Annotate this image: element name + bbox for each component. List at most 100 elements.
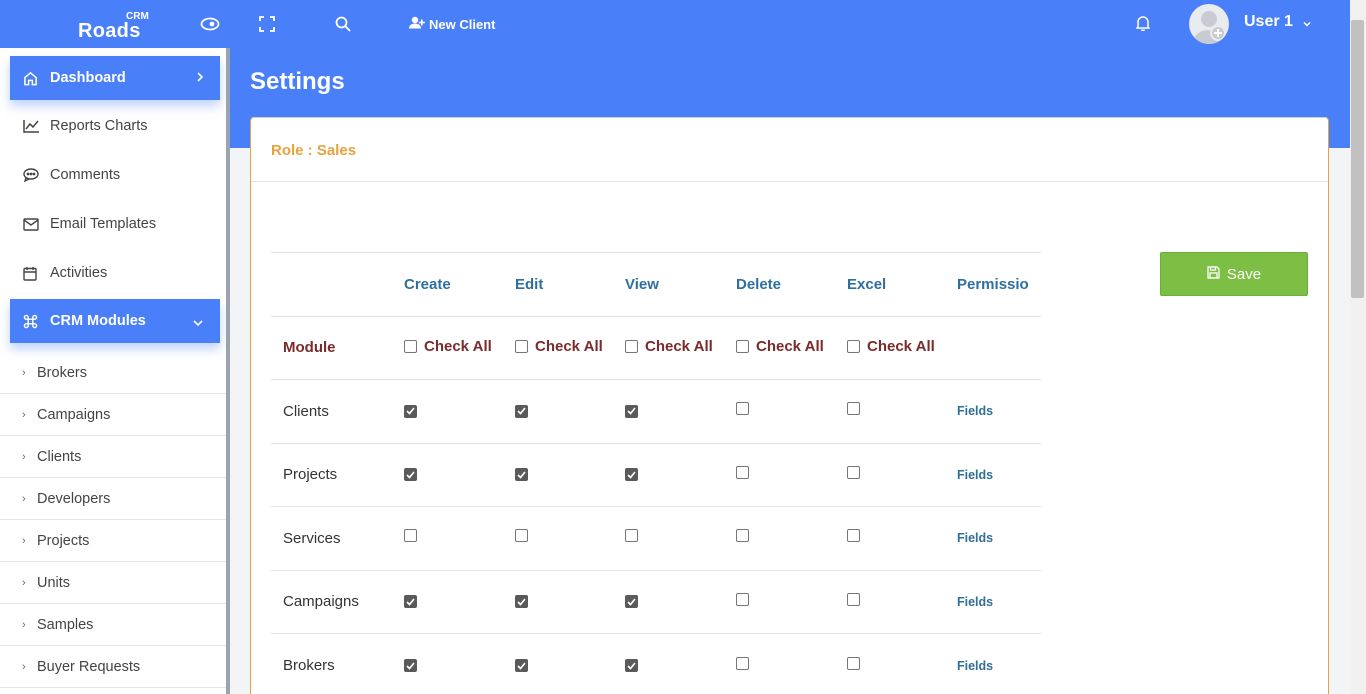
sidebar-item-email-templates[interactable]: Email Templates xyxy=(10,202,220,246)
delete-checkbox[interactable] xyxy=(736,529,749,543)
sidebar-item-brokers[interactable]: › Brokers xyxy=(0,352,228,394)
fields-link[interactable]: Fields xyxy=(957,468,993,482)
edit-cell xyxy=(515,633,625,694)
sidebar-item-label: Developers xyxy=(37,490,111,507)
bell-icon[interactable] xyxy=(1132,12,1154,34)
column-header-create: Create xyxy=(404,252,515,316)
edit-checkbox[interactable] xyxy=(515,595,528,609)
sidebar-item-samples[interactable]: › Samples xyxy=(0,604,228,646)
excel-checkbox[interactable] xyxy=(847,656,860,670)
chevron-right-icon: › xyxy=(22,576,26,589)
sidebar-item-dashboard[interactable]: Dashboard xyxy=(10,56,220,100)
check-all-view[interactable]: Check All xyxy=(625,338,713,355)
check-all-checkbox[interactable] xyxy=(847,339,860,353)
sidebar-item-buyer-requests[interactable]: › Buyer Requests xyxy=(0,646,228,688)
new-client-label: New Client xyxy=(429,16,496,32)
fields-cell: Fields xyxy=(957,379,1041,443)
search-icon[interactable] xyxy=(331,12,355,36)
check-all-checkbox[interactable] xyxy=(404,339,417,353)
sidebar-item-crm-modules[interactable]: CRM Modules xyxy=(10,299,220,343)
excel-checkbox[interactable] xyxy=(847,592,860,606)
view-checkbox[interactable] xyxy=(625,468,638,482)
delete-checkbox[interactable] xyxy=(736,656,749,670)
chevron-down-icon[interactable] xyxy=(1302,16,1312,34)
line-chart-icon xyxy=(23,119,43,133)
vertical-scrollbar[interactable] xyxy=(1350,0,1366,694)
fullscreen-icon[interactable] xyxy=(255,12,279,36)
fields-link[interactable]: Fields xyxy=(957,531,993,545)
sidebar-item-label: CRM Modules xyxy=(50,313,146,329)
check-all-checkbox[interactable] xyxy=(515,339,528,353)
module-name: Campaigns xyxy=(271,569,404,634)
delete-checkbox[interactable] xyxy=(736,465,749,479)
user-name[interactable]: User 1 xyxy=(1244,13,1293,31)
new-client-button[interactable]: New Client xyxy=(409,14,495,34)
chevron-right-icon: › xyxy=(22,618,26,631)
sidebar-item-label: Activities xyxy=(50,265,108,281)
check-all-blank-cell xyxy=(957,315,1041,380)
edit-checkbox[interactable] xyxy=(515,529,528,543)
check-all-edit[interactable]: Check All xyxy=(515,338,603,355)
create-checkbox[interactable] xyxy=(404,404,417,418)
edit-checkbox[interactable] xyxy=(515,659,528,672)
fields-cell: Fields xyxy=(957,442,1041,507)
fields-cell: Fields xyxy=(957,633,1041,694)
sidebar-item-units[interactable]: › Units xyxy=(0,562,228,604)
module-column-header: Module xyxy=(271,315,404,380)
app-logo[interactable]: CRM Roads xyxy=(78,9,158,42)
create-checkbox[interactable] xyxy=(404,468,417,482)
view-checkbox[interactable] xyxy=(625,404,638,418)
view-checkbox[interactable] xyxy=(625,595,638,609)
check-all-delete[interactable]: Check All xyxy=(736,338,824,355)
sidebar-item-developers[interactable]: › Developers xyxy=(0,478,228,520)
view-checkbox[interactable] xyxy=(625,529,638,543)
module-name: Brokers xyxy=(271,633,404,694)
check-all-create-cell: Check All xyxy=(404,315,515,380)
scrollbar-thumb[interactable] xyxy=(1351,20,1364,298)
check-all-excel[interactable]: Check All xyxy=(847,338,935,355)
check-all-create[interactable]: Check All xyxy=(404,338,492,355)
sidebar-item-comments[interactable]: Comments xyxy=(10,153,220,197)
table-row: Campaigns Fields xyxy=(271,569,1041,634)
edit-checkbox[interactable] xyxy=(515,468,528,482)
chevron-right-icon: › xyxy=(22,408,26,421)
table-row: Projects Fields xyxy=(271,442,1041,507)
fields-link[interactable]: Fields xyxy=(957,659,993,673)
create-checkbox[interactable] xyxy=(404,529,417,543)
excel-checkbox[interactable] xyxy=(847,402,860,416)
check-all-label: Check All xyxy=(424,337,492,355)
envelope-icon xyxy=(23,217,43,231)
create-checkbox[interactable] xyxy=(404,595,417,609)
sidebar-item-label: Clients xyxy=(37,448,82,465)
edit-checkbox[interactable] xyxy=(515,404,528,418)
eye-icon[interactable] xyxy=(198,12,222,36)
save-button[interactable]: Save xyxy=(1160,252,1308,296)
module-name: Projects xyxy=(271,442,404,507)
fields-link[interactable]: Fields xyxy=(957,595,993,609)
sidebar-item-clients[interactable]: › Clients xyxy=(0,436,228,478)
module-name: Clients xyxy=(271,379,404,443)
delete-cell xyxy=(736,569,847,634)
sidebar-item-projects[interactable]: › Projects xyxy=(0,520,228,562)
excel-cell xyxy=(847,379,957,443)
view-checkbox[interactable] xyxy=(625,659,638,672)
create-checkbox[interactable] xyxy=(404,659,417,672)
save-label: Save xyxy=(1226,265,1262,283)
excel-checkbox[interactable] xyxy=(847,465,860,479)
sidebar-item-reports-charts[interactable]: Reports Charts xyxy=(10,104,220,148)
sidebar-item-campaigns[interactable]: › Campaigns xyxy=(0,394,228,436)
sidebar-item-label: Email Templates xyxy=(50,216,157,232)
sidebar-item-activities[interactable]: Activities xyxy=(10,251,220,295)
delete-checkbox[interactable] xyxy=(736,402,749,416)
delete-checkbox[interactable] xyxy=(736,592,749,606)
fields-link[interactable]: Fields xyxy=(957,404,993,418)
excel-checkbox[interactable] xyxy=(847,529,860,543)
home-icon xyxy=(23,71,43,86)
user-avatar-icon[interactable] xyxy=(1189,4,1229,44)
card-header: Role : Sales xyxy=(251,118,1328,182)
check-all-checkbox[interactable] xyxy=(625,339,638,353)
excel-cell xyxy=(847,506,957,570)
check-all-checkbox[interactable] xyxy=(736,339,749,353)
permissions-table: Create Edit View Delete Excel Permissio … xyxy=(271,252,1041,694)
comment-icon xyxy=(23,168,43,182)
